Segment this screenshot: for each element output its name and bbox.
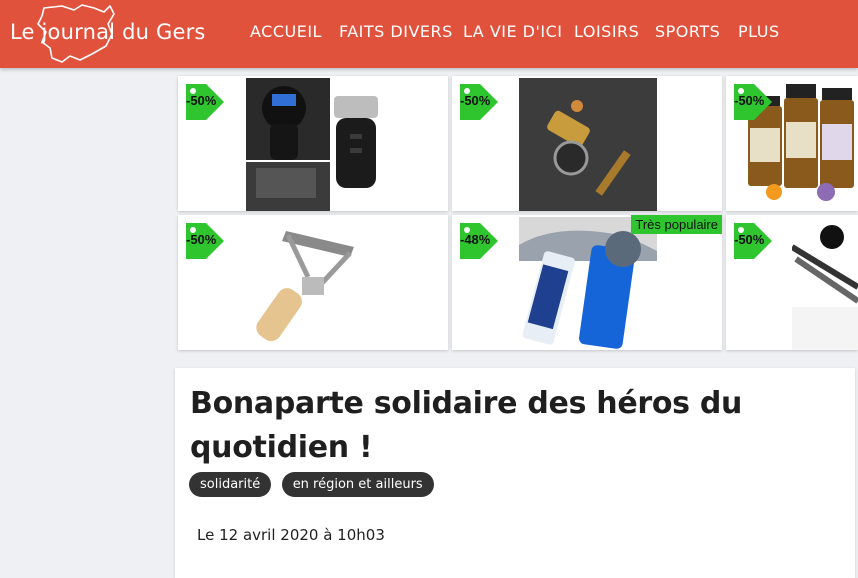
- article-card: Bonaparte solidaire des héros du quotidi…: [175, 368, 855, 578]
- discount-value: -50%: [186, 232, 217, 247]
- product-ad-grid: -50% -50% -50% -50% -48% Très populaire …: [176, 74, 858, 352]
- nav-item-vie-ici[interactable]: LA VIE D'ICI: [463, 22, 563, 41]
- product-card[interactable]: -50%: [178, 215, 448, 350]
- product-card[interactable]: -50%: [726, 76, 858, 211]
- discount-badge: -50%: [732, 221, 772, 261]
- discount-badge: -50%: [184, 82, 224, 122]
- nav-item-plus[interactable]: PLUS: [738, 22, 780, 41]
- discount-badge: -50%: [184, 221, 224, 261]
- site-header: Le journal du Gers ACCUEIL FAITS DIVERS …: [0, 0, 858, 68]
- nav-item-sports[interactable]: SPORTS: [655, 22, 720, 41]
- tag-solidarite[interactable]: solidarité: [189, 472, 272, 497]
- discount-value: -50%: [734, 232, 765, 247]
- discount-value: -50%: [460, 93, 491, 108]
- product-card[interactable]: -50%: [726, 215, 858, 350]
- discount-badge: -48%: [458, 221, 498, 261]
- article-tags: solidarité en région et ailleurs: [189, 472, 440, 497]
- product-card[interactable]: -50%: [178, 76, 448, 211]
- nav-item-loisirs[interactable]: LOISIRS: [574, 22, 639, 41]
- nav-item-accueil[interactable]: ACCUEIL: [250, 22, 322, 41]
- car-charger-image: [246, 78, 378, 211]
- nail-clipper-image: [792, 225, 858, 350]
- discount-value: -50%: [186, 93, 217, 108]
- popular-badge: Très populaire: [631, 215, 722, 234]
- product-card[interactable]: -50%: [452, 76, 722, 211]
- discount-badge: -50%: [732, 82, 772, 122]
- article-date: Le 12 avril 2020 à 10h03: [197, 526, 385, 544]
- brass-tool-image: [519, 78, 657, 211]
- site-name: Le journal du Gers: [10, 20, 206, 44]
- body-compound-image: [519, 217, 657, 349]
- discount-value: -50%: [734, 93, 765, 108]
- product-card[interactable]: -48% Très populaire: [452, 215, 722, 350]
- nav-item-faits-divers[interactable]: FAITS DIVERS: [339, 22, 453, 41]
- tag-region[interactable]: en région et ailleurs: [281, 472, 434, 497]
- site-logo[interactable]: Le journal du Gers: [8, 2, 205, 64]
- article-title: Bonaparte solidaire des héros du quotidi…: [190, 386, 743, 465]
- lint-remover-image: [256, 231, 354, 342]
- discount-value: -48%: [460, 232, 491, 247]
- discount-badge: -50%: [458, 82, 498, 122]
